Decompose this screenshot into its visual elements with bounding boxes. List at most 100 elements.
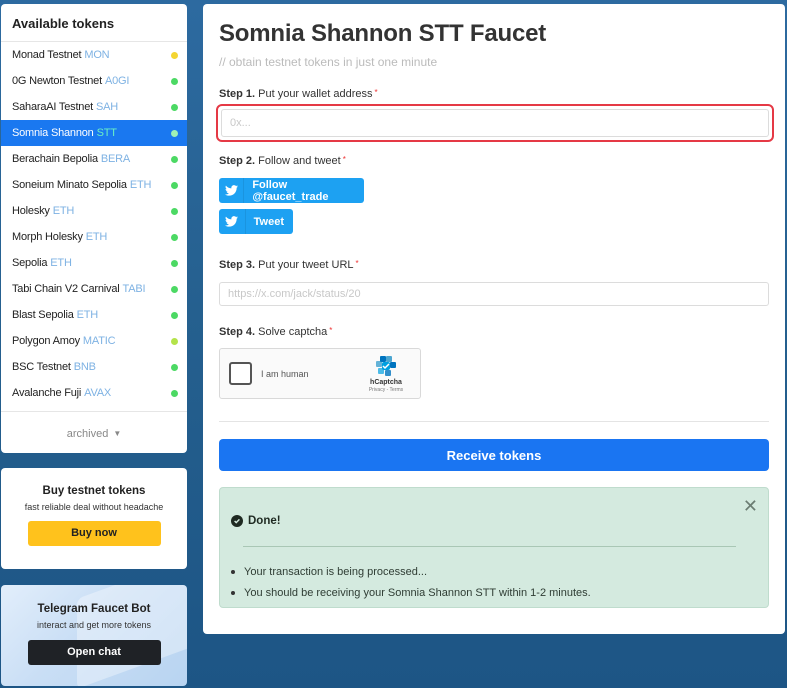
status-dot-icon: [171, 181, 178, 189]
page-title: Somnia Shannon STT Faucet: [219, 20, 547, 47]
promo-buy-subtitle: fast reliable deal without headache: [24, 502, 164, 512]
faucet-panel: Somnia Shannon STT Faucet // obtain test…: [203, 4, 785, 634]
token-symbol: ETH: [129, 179, 152, 191]
step1-number: Step 1.: [219, 88, 256, 100]
token-name: Holesky: [12, 205, 50, 217]
status-dot-icon: [171, 51, 178, 59]
twitter-bird-icon: [219, 178, 245, 203]
token-item[interactable]: Berachain Bepolia BERA: [1, 146, 187, 172]
token-name: Morph Holesky: [12, 231, 83, 243]
status-dot-icon: [171, 389, 178, 397]
token-item[interactable]: Tabi Chain V2 Carnival TABI: [1, 276, 187, 302]
token-name: Avalanche Fuji: [12, 387, 82, 399]
hcaptcha-widget: I am human hCaptcha Privacy - Terms: [219, 348, 421, 399]
token-name: Monad Testnet: [12, 49, 82, 61]
token-sidebar: Available tokens Monad Testnet MON 0G Newt…: [1, 4, 187, 453]
status-dot-icon: [171, 103, 178, 111]
sidebar-title: Available tokens: [1, 4, 187, 42]
token-symbol: ETH: [52, 205, 75, 217]
receive-tokens-button[interactable]: Receive tokens: [219, 439, 769, 471]
alert-title: Done!: [231, 515, 281, 527]
token-label: Avalanche Fuji AVAX: [12, 387, 111, 399]
token-item[interactable]: Soneium Minato Sepolia ETH: [1, 172, 187, 198]
token-label: Sepolia ETH: [12, 257, 72, 269]
buy-now-button[interactable]: Buy now: [27, 521, 161, 546]
status-dot-icon: [171, 311, 178, 319]
token-item[interactable]: Morph Holesky ETH: [1, 224, 187, 250]
token-name: Sepolia: [12, 257, 48, 269]
token-label: Monad Testnet MON: [12, 49, 110, 61]
step2-label: Step 2. Follow and tweet *: [219, 155, 346, 167]
alert-divider: [243, 546, 736, 547]
wallet-address-input[interactable]: [221, 109, 769, 137]
token-label: SaharaAI Testnet SAH: [12, 101, 118, 113]
status-dot-icon: [171, 233, 178, 241]
required-marker: *: [329, 326, 333, 335]
divider: [219, 421, 769, 422]
token-list: Monad Testnet MON 0G Newton Testnet A0GI Sah…: [1, 42, 187, 406]
tweet-url-input[interactable]: [219, 282, 769, 306]
alert-message: Your transaction is being processed...: [231, 561, 591, 582]
wallet-address-highlight: [216, 104, 774, 142]
required-marker: *: [342, 155, 346, 164]
token-item[interactable]: SaharaAI Testnet SAH: [1, 94, 187, 120]
token-item[interactable]: Polygon Amoy MATIC: [1, 328, 187, 354]
caret-down-icon: ▼: [113, 429, 122, 438]
token-symbol: TABI: [122, 283, 146, 295]
token-name: Blast Sepolia: [12, 309, 74, 321]
token-symbol: ETH: [76, 309, 99, 321]
token-symbol: ETH: [50, 257, 72, 269]
token-label: Morph Holesky ETH: [12, 231, 107, 243]
token-symbol: AVAX: [84, 387, 112, 399]
status-dot-icon: [171, 77, 178, 85]
token-item[interactable]: Sepolia ETH: [1, 250, 187, 276]
step4-text: Solve captcha: [255, 326, 328, 338]
buy-tokens-promo: Buy testnet tokens fast reliable deal wi…: [1, 468, 187, 569]
promo-telegram-title: Telegram Faucet Bot: [37, 603, 151, 615]
token-name: Berachain Bepolia: [12, 153, 98, 165]
token-name: Tabi Chain V2 Carnival: [12, 283, 120, 295]
token-label: Holesky ETH: [12, 205, 74, 217]
status-dot-icon: [171, 207, 178, 215]
open-chat-button[interactable]: Open chat: [27, 640, 161, 665]
token-label: Polygon Amoy MATIC: [12, 335, 116, 347]
token-name: 0G Newton Testnet: [12, 75, 102, 87]
token-symbol: MON: [84, 49, 110, 61]
status-dot-icon: [171, 155, 178, 163]
hcaptcha-links[interactable]: Privacy - Terms: [361, 387, 411, 393]
status-dot-icon: [171, 363, 178, 371]
tweet-button[interactable]: Tweet: [219, 209, 293, 234]
token-symbol: A0GI: [104, 75, 130, 87]
token-item[interactable]: Blast Sepolia ETH: [1, 302, 187, 328]
token-symbol: ETH: [85, 231, 108, 243]
follow-twitter-button[interactable]: Follow @faucet_trade: [219, 178, 364, 203]
step3-text: Put your tweet URL: [255, 259, 354, 271]
token-item[interactable]: Holesky ETH: [1, 198, 187, 224]
token-label: Tabi Chain V2 Carnival TABI: [12, 283, 146, 295]
token-item[interactable]: 0G Newton Testnet A0GI: [1, 68, 187, 94]
hcaptcha-logo-icon: [375, 355, 397, 377]
token-label: Blast Sepolia ETH: [12, 309, 98, 321]
status-dot-icon: [171, 337, 178, 345]
required-marker: *: [374, 88, 378, 97]
token-symbol: MATIC: [82, 335, 116, 347]
token-item[interactable]: Avalanche Fuji AVAX: [1, 380, 187, 406]
token-item[interactable]: BSC Testnet BNB: [1, 354, 187, 380]
token-label: Soneium Minato Sepolia ETH: [12, 179, 151, 191]
close-icon[interactable]: ✕: [743, 497, 758, 515]
step2-number: Step 2.: [219, 155, 256, 167]
token-name: BSC Testnet: [12, 361, 71, 373]
success-alert: Done! ✕ Your transaction is being proces…: [219, 487, 769, 608]
step4-label: Step 4. Solve captcha *: [219, 326, 332, 338]
token-item[interactable]: Monad Testnet MON: [1, 42, 187, 68]
archived-toggle[interactable]: archived ▼: [1, 411, 187, 453]
promo-buy-title: Buy testnet tokens: [42, 485, 146, 497]
tweet-button-label: Tweet: [253, 215, 284, 228]
archived-label: archived: [66, 427, 109, 440]
check-circle-icon: [231, 515, 243, 527]
captcha-checkbox[interactable]: [229, 362, 252, 385]
token-name: SaharaAI Testnet: [12, 101, 93, 113]
token-item[interactable]: Somnia Shannon STT: [1, 120, 187, 146]
token-name: Polygon Amoy: [12, 335, 80, 347]
follow-button-label: Follow @faucet_trade: [252, 178, 329, 203]
